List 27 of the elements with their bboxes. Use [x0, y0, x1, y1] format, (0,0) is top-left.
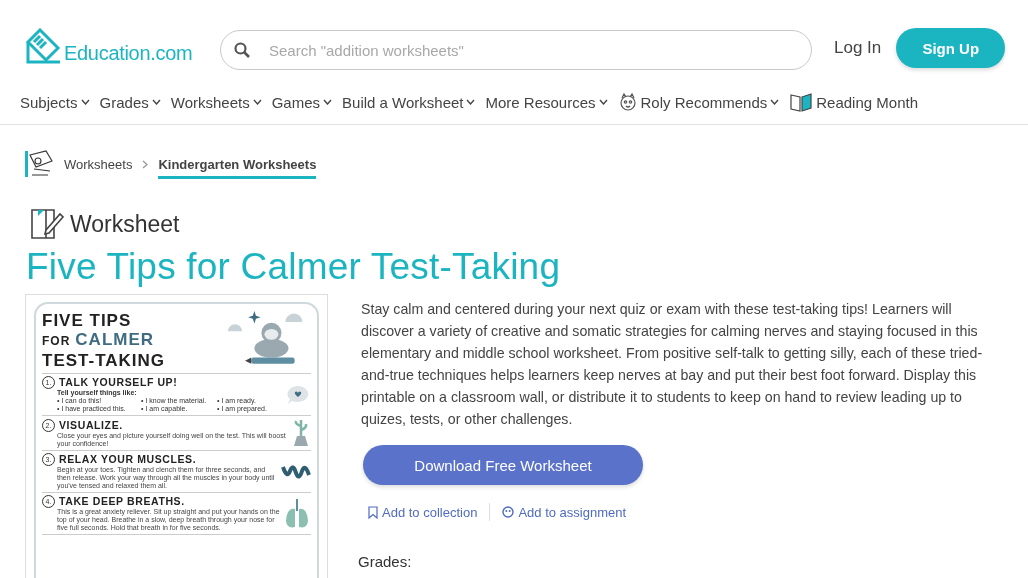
nav-menu-item[interactable]: Reading Month	[789, 92, 918, 112]
tip-heading: TALK YOURSELF UP!	[59, 376, 178, 389]
breadcrumb-link[interactable]: Kindergarten Worksheets	[158, 156, 317, 179]
nav-menu-item[interactable]: Grades	[99, 93, 161, 111]
description-text: Stay calm and centered during your next quiz or exam with these test-taking tips! Learners will discover a variety of creative and somatic strategies for calming nerves and staying focused in this elementary and middle school worksheet. From positive self-talk to getting silly, each of these tried-and-true techniques helps learners keep nerves at bay and put their best foot forward. Display this printable on a classroom wall, or distribute it to students to keep on hand to review leading up to quizes, tests, or other challenges.	[361, 300, 984, 429]
resource-type-label: Worksheet	[70, 210, 180, 238]
worksheet-heading: CALMER	[75, 330, 155, 349]
worksheet-heading: FOR	[42, 333, 71, 350]
grades-label: Grades:	[358, 553, 413, 570]
nav-menu-item[interactable]: More Resources	[485, 93, 608, 111]
download-button[interactable]: Download Free Worksheet	[363, 445, 643, 485]
tip-heading: VISUALIZE.	[59, 418, 123, 432]
action-link[interactable]: Add to collection	[368, 504, 478, 520]
nav-menu-item[interactable]: Build a Worksheet	[342, 93, 476, 111]
tip-heading: TAKE DEEP BREATHS.	[59, 495, 185, 508]
nav-menu-item[interactable]: Roly Recommends	[617, 92, 780, 112]
tip-heading: RELAX YOUR MUSCLES.	[59, 453, 197, 466]
nav-menu-item[interactable]: Worksheets	[170, 93, 262, 111]
search-field[interactable]: Search "addition worksheets"	[220, 30, 812, 70]
worksheet-heading: FIVE TIPS	[42, 311, 132, 330]
worksheet-heading: TEST-TAKING	[42, 351, 166, 370]
breadcrumb-link[interactable]: Worksheets	[64, 156, 133, 179]
nav-menu-item[interactable]: Games	[271, 93, 333, 111]
nav-menu-item[interactable]: Subjects	[20, 93, 90, 111]
page-title: Five Tips for Calmer Test-Taking	[26, 246, 562, 288]
login-link[interactable]: Log In	[834, 38, 882, 58]
action-link[interactable]: Add to assignment	[502, 504, 627, 520]
